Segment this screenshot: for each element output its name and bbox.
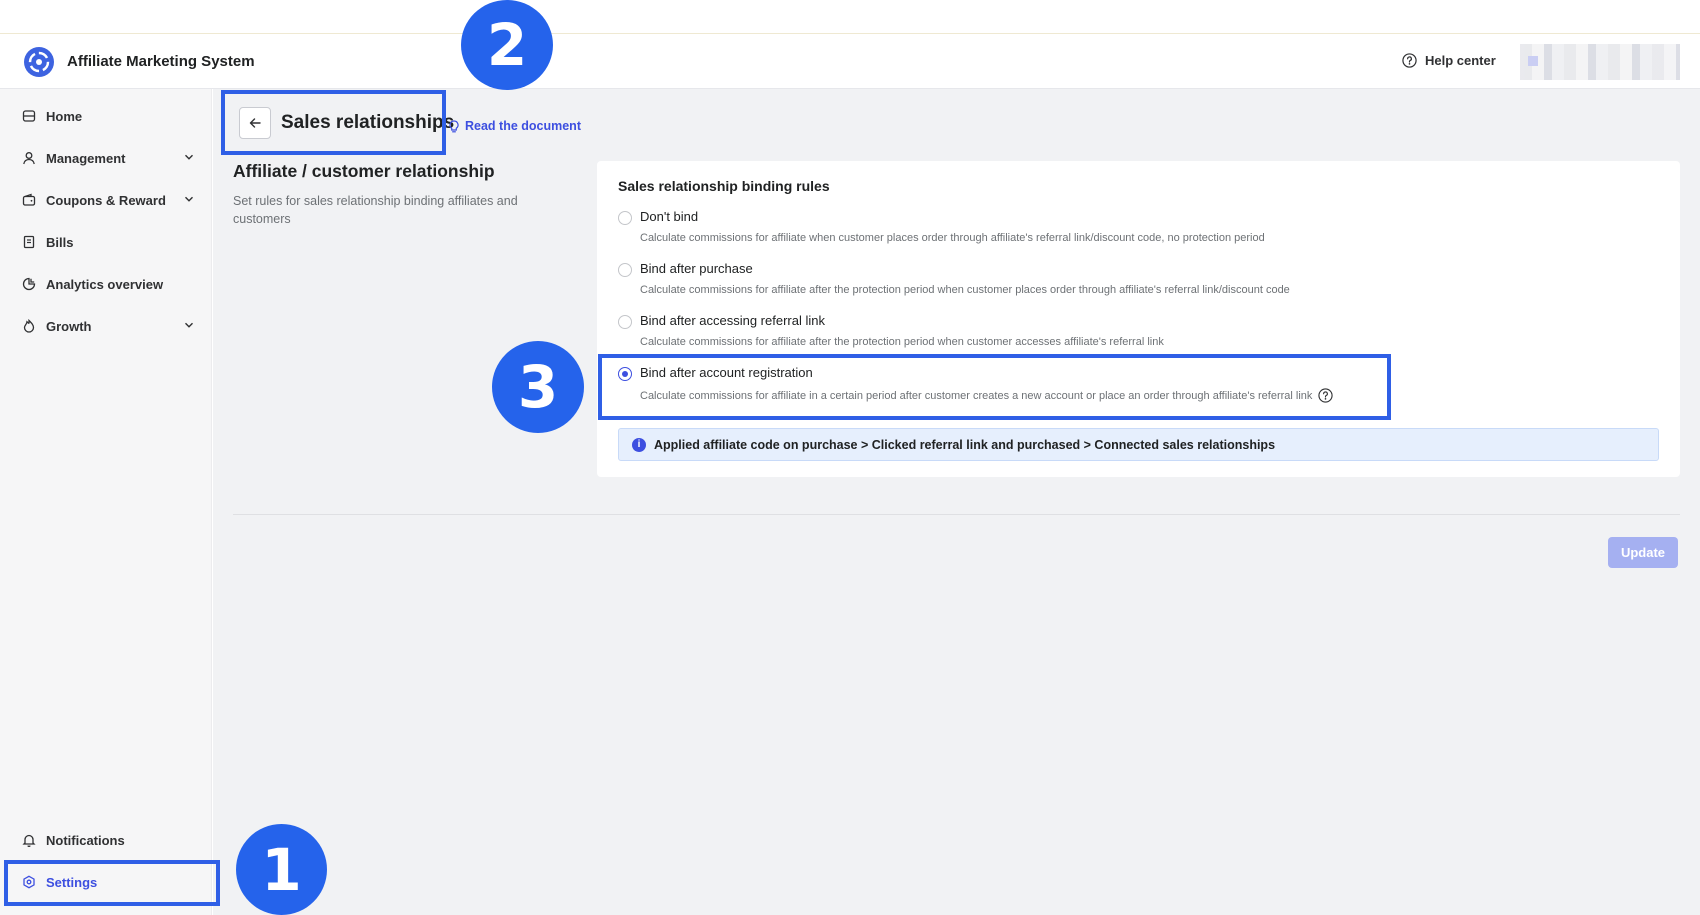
back-button[interactable]: [239, 107, 271, 139]
sidebar-item-growth[interactable]: Growth: [0, 305, 212, 347]
chevron-down-icon: [185, 196, 193, 202]
sidebar-item-analytics-overview[interactable]: Analytics overview: [0, 263, 212, 305]
section-description: Set rules for sales relationship binding…: [233, 194, 518, 226]
chevron-down-icon: [185, 154, 193, 160]
account-menu[interactable]: [1520, 44, 1680, 80]
bill-icon: [23, 235, 35, 249]
analytics-icon: [22, 277, 36, 291]
binding-rules-card: Sales relationship binding rules Don't b…: [597, 161, 1680, 477]
info-icon: i: [632, 437, 646, 452]
option-description-text: Calculate commissions for affiliate when…: [640, 232, 1265, 244]
option-label: Bind after purchase: [640, 261, 753, 276]
option-description: Calculate commissions for affiliate when…: [640, 232, 1265, 244]
page-title: Sales relationships: [281, 112, 455, 133]
sidebar: Home Management Coupons & Reward Bills A…: [0, 89, 212, 915]
sidebar-item-notifications[interactable]: Notifications: [0, 819, 212, 861]
help-center-label: Help center: [1425, 53, 1496, 68]
wallet-icon: [22, 193, 36, 206]
page-header: Sales relationships: [233, 103, 454, 143]
option-label: Don't bind: [640, 209, 699, 224]
main-content: Sales relationships Read the document Af…: [213, 89, 1700, 915]
sidebar-item-label: Coupons & Reward: [46, 192, 166, 208]
sidebar-item-label: Management: [46, 150, 126, 166]
radio-button[interactable]: [618, 315, 632, 329]
chevron-down-icon: [185, 322, 193, 328]
sidebar-item-home[interactable]: Home: [0, 95, 212, 137]
card-title: Sales relationship binding rules: [618, 178, 830, 194]
sidebar-item-label: Notifications: [46, 832, 125, 848]
app-logo-icon: [24, 47, 54, 77]
option-description: Calculate commissions for affiliate afte…: [640, 284, 1290, 296]
sidebar-item-label: Bills: [46, 234, 74, 250]
question-circle-icon[interactable]: [1318, 388, 1334, 403]
option-description-text: Calculate commissions for affiliate afte…: [640, 284, 1290, 296]
radio-button-selected[interactable]: [618, 367, 632, 381]
app-header: Affiliate Marketing System Help center: [0, 35, 1700, 89]
step-badge-3: 3: [492, 341, 584, 433]
option-description-text: Calculate commissions for affiliate in a…: [640, 389, 1313, 402]
step-badge-2: 2: [461, 0, 553, 90]
priority-info-banner: i Applied affiliate code on purchase > C…: [618, 428, 1659, 461]
option-description: Calculate commissions for affiliate afte…: [640, 336, 1164, 348]
priority-info-text: Applied affiliate code on purchase > Cli…: [654, 437, 1276, 452]
user-icon: [23, 152, 35, 165]
arrow-left-icon: [249, 118, 261, 128]
help-icon: [1402, 53, 1417, 68]
sidebar-item-management[interactable]: Management: [0, 137, 212, 179]
sidebar-item-label: Analytics overview: [46, 276, 164, 292]
radio-button[interactable]: [618, 211, 632, 225]
lightbulb-icon: [449, 119, 459, 132]
option-description-text: Calculate commissions for affiliate afte…: [640, 336, 1164, 348]
sidebar-item-settings[interactable]: Settings: [0, 861, 212, 903]
sidebar-item-label: Growth: [46, 318, 92, 334]
read-document-label: Read the document: [465, 119, 581, 133]
top-strip: [0, 0, 1700, 34]
radio-button[interactable]: [618, 263, 632, 277]
option-label: Bind after accessing referral link: [640, 313, 825, 328]
sidebar-item-label: Home: [46, 108, 83, 124]
option-description: Calculate commissions for affiliate in a…: [640, 388, 1334, 403]
app-title: Affiliate Marketing System: [67, 53, 255, 70]
sidebar-item-label: Settings: [46, 874, 98, 890]
sidebar-item-bills[interactable]: Bills: [0, 221, 212, 263]
section-title: Affiliate / customer relationship: [233, 161, 495, 181]
bell-icon: [22, 834, 36, 847]
growth-icon: [23, 319, 35, 333]
read-document-link[interactable]: Read the document: [448, 119, 581, 133]
update-button[interactable]: Update: [1608, 537, 1678, 568]
option-label: Bind after account registration: [640, 365, 813, 380]
settings-icon: [23, 875, 35, 889]
sidebar-item-coupons-reward[interactable]: Coupons & Reward: [0, 179, 212, 221]
step-badge-1: 1: [236, 824, 327, 915]
divider: [233, 514, 1680, 515]
home-icon: [22, 110, 36, 122]
help-center-link[interactable]: Help center: [1402, 53, 1496, 68]
